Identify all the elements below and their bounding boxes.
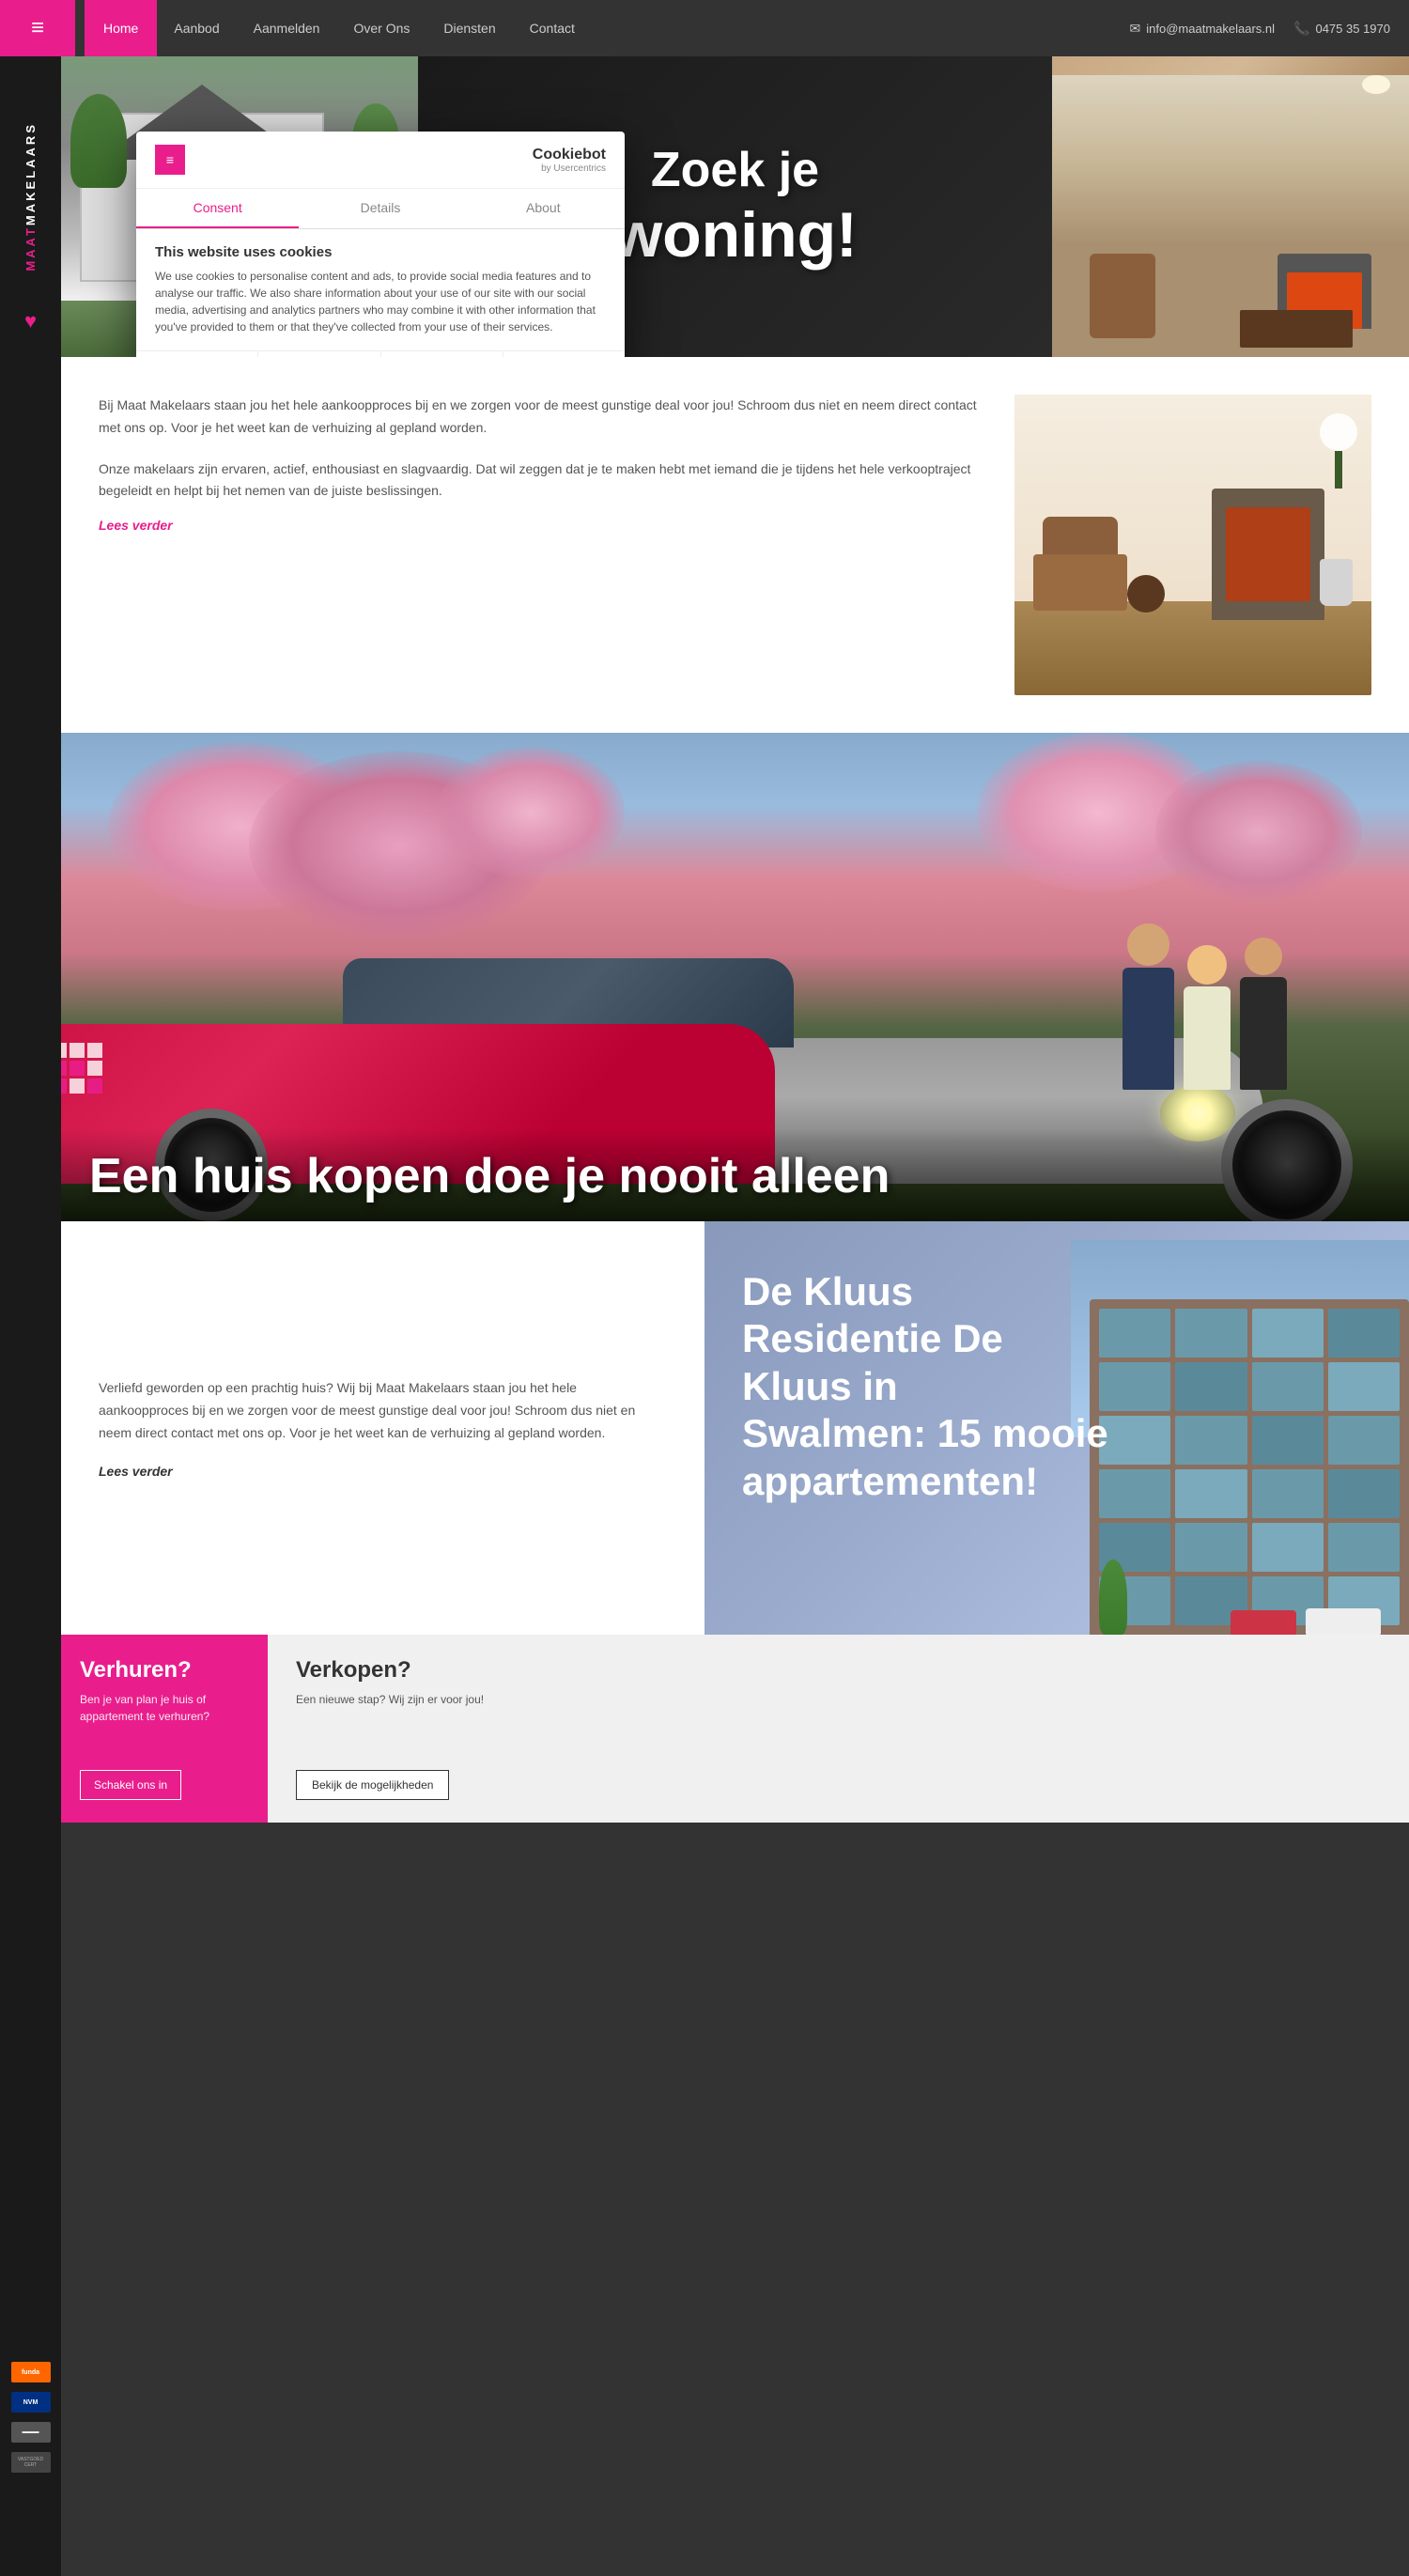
kluus-intro-text: Verliefd geworden op een prachtig huis? … xyxy=(99,1377,667,1444)
cookie-header: ≡ Cookiebot by Usercentrics xyxy=(136,132,625,189)
extra-logo2-text: VASTGOEDCERT xyxy=(18,2457,43,2468)
cookie-toggle-statistics: Statistics xyxy=(381,351,503,357)
nav-contact: ✉ info@maatmakelaars.nl 📞 0475 35 1970 xyxy=(1130,21,1409,37)
sidebar-heart: ♥ xyxy=(24,309,37,334)
nav-link-over-ons[interactable]: Over Ons xyxy=(336,0,426,56)
team-section: MAAT MAKELAARS xyxy=(61,733,1409,1221)
cookie-toggle-preferences: Preferences xyxy=(258,351,380,357)
hero-text-line2: woning! xyxy=(612,198,858,272)
info-left: Bij Maat Makelaars staan jou het hele aa… xyxy=(99,395,977,695)
nav-link-home[interactable]: Home xyxy=(85,0,157,56)
sidebar-brand: MAATMAKELAARS xyxy=(23,122,38,272)
cookie-toggles: Necessary Preferences Statis xyxy=(136,350,625,357)
nav-link-aanmelden[interactable]: Aanmelden xyxy=(237,0,337,56)
hero-room-image xyxy=(1052,56,1409,357)
verhuren-title: Verhuren? xyxy=(80,1657,249,1684)
cookie-tab-consent[interactable]: Consent xyxy=(136,189,299,228)
nav-link-diensten[interactable]: Diensten xyxy=(426,0,512,56)
cookiebot-brand-main: Cookiebot xyxy=(533,147,606,163)
cookiebot-brand-sub: by Usercentrics xyxy=(533,163,606,174)
team-people xyxy=(1123,923,1287,1090)
sidebar-logos: funda NVM ▬▬▬ VASTGOEDCERT xyxy=(11,2362,51,2501)
sidebar-brand-top: MAAT xyxy=(23,225,38,272)
nav-phone: 📞 0475 35 1970 xyxy=(1293,21,1390,37)
team-headline-text: Een huis kopen doe je nooit alleen xyxy=(89,1148,1381,1204)
cookie-site-logo-symbol: ≡ xyxy=(166,152,174,167)
nav-link-contact[interactable]: Contact xyxy=(513,0,592,56)
nav-links: Home Aanbod Aanmelden Over Ons Diensten … xyxy=(75,0,1130,56)
nav-logo-area: ≡ xyxy=(0,0,75,56)
bottom-cards: Verhuren? Ben je van plan je huis of app… xyxy=(61,1635,1409,1823)
cookie-tabs: Consent Details About xyxy=(136,189,625,229)
cookie-tab-details[interactable]: Details xyxy=(299,189,461,228)
email-icon: ✉ xyxy=(1130,21,1141,37)
verkopen-button[interactable]: Bekijk de mogelijkheden xyxy=(296,1770,449,1800)
verkopen-text: Een nieuwe stap? Wij zijn er voor jou! xyxy=(296,1691,1381,1708)
info-text1: Bij Maat Makelaars staan jou het hele aa… xyxy=(99,395,977,440)
sidebar: MAATMAKELAARS ♥ funda NVM ▬▬▬ VASTGOEDCE… xyxy=(0,56,61,2576)
verhuren-text: Ben je van plan je huis of appartement t… xyxy=(80,1691,249,1761)
cookie-tab-about[interactable]: About xyxy=(462,189,625,228)
kluus-right: De Kluus Residentie De Kluus in Swalmen:… xyxy=(704,1221,1409,1635)
funda-text: funda xyxy=(22,2369,39,2376)
nvm-logo: NVM xyxy=(11,2392,51,2413)
funda-logo: funda xyxy=(11,2362,51,2382)
info-text2: Onze makelaars zijn ervaren, actief, ent… xyxy=(99,458,977,504)
kluus-link[interactable]: Lees verder xyxy=(99,1464,667,1479)
cookie-banner: ≡ Cookiebot by Usercentrics Consent Deta… xyxy=(136,132,625,357)
nav-link-aanbod[interactable]: Aanbod xyxy=(157,0,236,56)
cookie-title: This website uses cookies xyxy=(155,244,606,260)
nvm-text: NVM xyxy=(23,2399,39,2406)
main-content: Zoek je woning! xyxy=(61,56,1409,2576)
cookie-description: We use cookies to personalise content an… xyxy=(155,268,606,335)
person-2 xyxy=(1184,945,1231,1090)
cookie-site-logo: ≡ xyxy=(155,145,185,175)
kluus-left: Verliefd geworden op een prachtig huis? … xyxy=(61,1221,704,1635)
top-nav: ≡ Home Aanbod Aanmelden Over Ons Dienste… xyxy=(0,0,1409,56)
cookie-body: This website uses cookies We use cookies… xyxy=(136,229,625,350)
extra-logo2: VASTGOEDCERT xyxy=(11,2452,51,2473)
person-3 xyxy=(1240,938,1287,1090)
hero-section: Zoek je woning! xyxy=(61,56,1409,357)
verhuren-button[interactable]: Schakel ons in xyxy=(80,1770,181,1800)
extra-logo-text: ▬▬▬ xyxy=(23,2429,39,2435)
info-right xyxy=(1014,395,1371,695)
team-headline: Een huis kopen doe je nooit alleen xyxy=(61,1129,1409,1221)
kluus-headline: De Kluus Residentie De Kluus in Swalmen:… xyxy=(742,1268,1118,1505)
nav-email: ✉ info@maatmakelaars.nl xyxy=(1130,21,1276,37)
bottom-card-verhuren: Verhuren? Ben je van plan je huis of app… xyxy=(61,1635,268,1823)
extra-logo: ▬▬▬ xyxy=(11,2422,51,2443)
bottom-card-verkopen: Verkopen? Een nieuwe stap? Wij zijn er v… xyxy=(268,1635,1409,1823)
info-read-more-link[interactable]: Lees verder xyxy=(99,518,173,533)
cookiebot-brand: Cookiebot by Usercentrics xyxy=(533,147,606,174)
phone-icon: 📞 xyxy=(1293,21,1309,37)
hero-text-line1: Zoek je xyxy=(612,142,858,198)
kluus-section: Verliefd geworden op een prachtig huis? … xyxy=(61,1221,1409,1635)
sidebar-brand-bottom: MAKELAARS xyxy=(23,122,38,225)
cookie-toggle-marketing: Marketing xyxy=(503,351,625,357)
hero-text-container: Zoek je woning! xyxy=(612,142,858,272)
kluus-building xyxy=(1071,1240,1409,1635)
person-1 xyxy=(1123,923,1174,1090)
verkopen-title: Verkopen? xyxy=(296,1657,1381,1684)
info-section: Bij Maat Makelaars staan jou het hele aa… xyxy=(61,357,1409,733)
cookie-toggle-necessary: Necessary xyxy=(136,351,258,357)
page-wrapper: MAATMAKELAARS ♥ funda NVM ▬▬▬ VASTGOEDCE… xyxy=(0,56,1409,2576)
logo-symbol: ≡ xyxy=(31,17,44,39)
